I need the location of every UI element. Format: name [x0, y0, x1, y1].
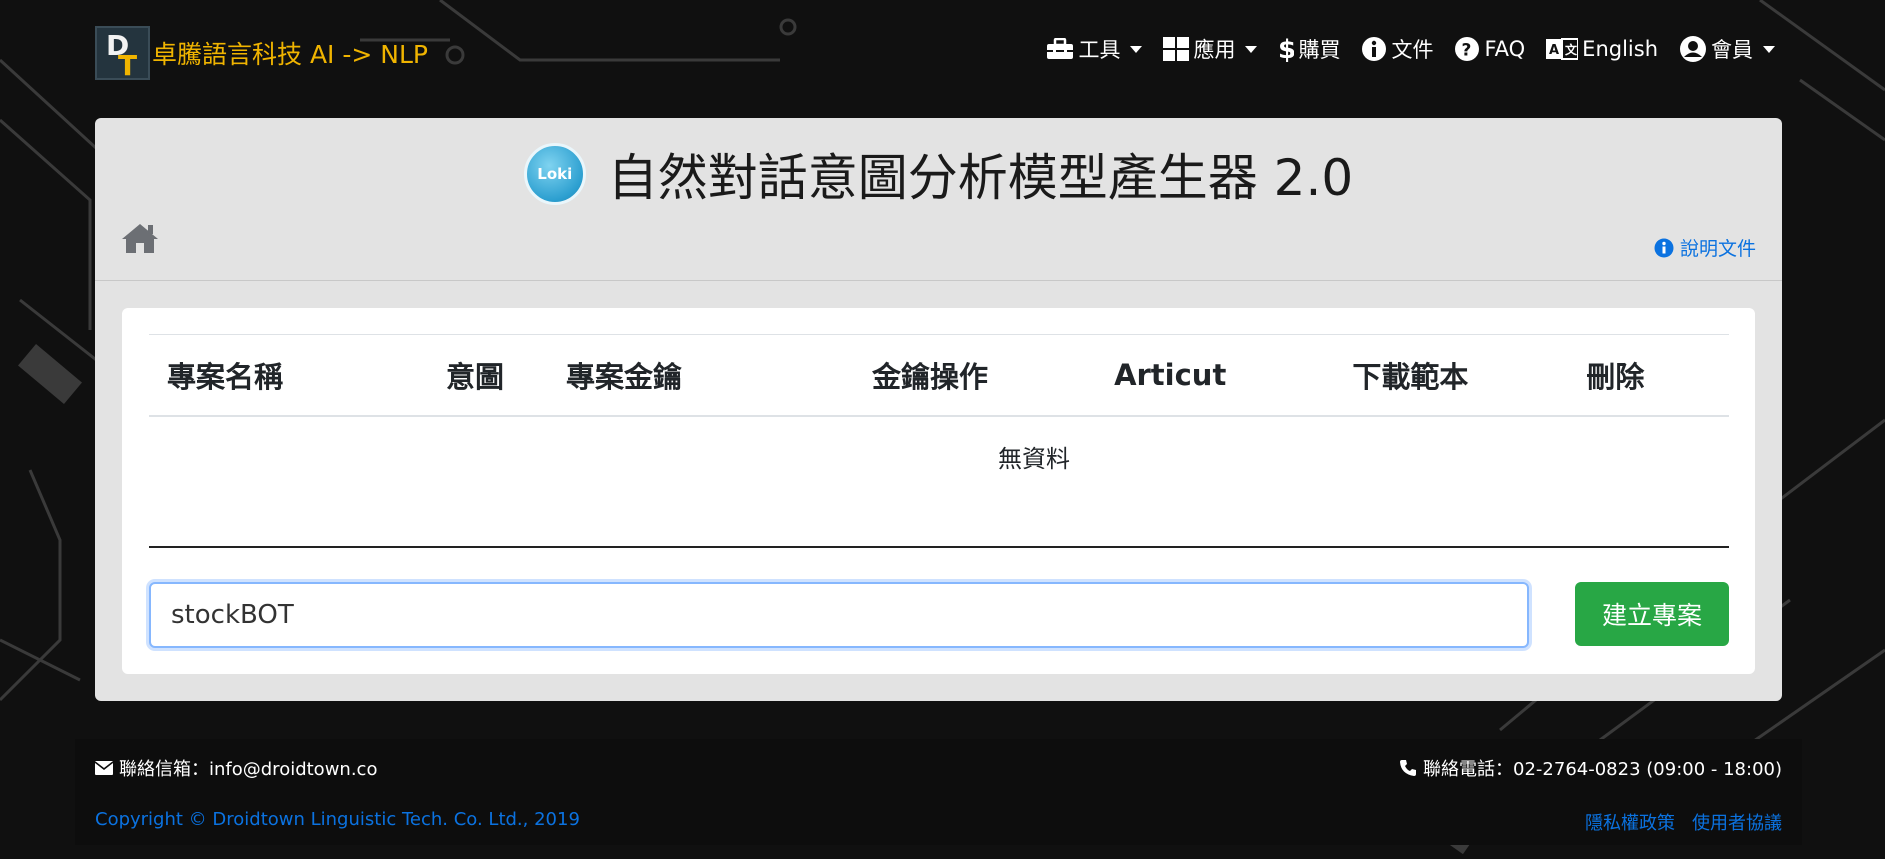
nav-purchase-label: 購買 [1298, 38, 1341, 62]
footer-phone-text: 聯絡電話：02-2764-0823 (09:00 - 18:00) [1423, 759, 1782, 780]
nav-apps-label: 應用 [1193, 38, 1236, 62]
nav-faq-label: FAQ [1484, 37, 1526, 61]
svg-text:?: ? [1462, 41, 1472, 61]
home-icon [122, 224, 158, 253]
project-panel: 專案名稱 意圖 專案金鑰 金鑰操作 Articut 下載範本 刪除 無資料 st… [122, 308, 1755, 674]
question-icon: ? [1455, 37, 1480, 61]
info-icon [1654, 238, 1674, 257]
language-icon: A文 [1546, 38, 1579, 60]
privacy-policy-link[interactable]: 隱私權政策 [1585, 809, 1675, 835]
nav-tools[interactable]: 工具 [1046, 34, 1143, 64]
navbar: D T 卓騰語言科技 AI -> NLP 工具 應用 $ 購買 文件 ? FAQ [0, 0, 1885, 106]
col-key-operation: 金鑰操作 [872, 360, 989, 394]
col-project-name: 專案名稱 [167, 360, 284, 394]
chevron-down-icon [1130, 45, 1143, 53]
nav-docs[interactable]: 文件 [1361, 34, 1433, 64]
loki-logo-text: Loki [537, 165, 573, 183]
nav-tools-label: 工具 [1078, 38, 1121, 62]
svg-text:文: 文 [1565, 42, 1578, 57]
help-docs-label: 說明文件 [1679, 238, 1756, 260]
title-row: Loki 自然對話意圖分析模型產生器 2.0 [95, 138, 1782, 210]
chevron-down-icon [1763, 45, 1775, 53]
create-project-button[interactable]: 建立專案 [1575, 582, 1729, 646]
logo-letter-t: T [118, 49, 138, 82]
svg-text:A: A [1549, 43, 1559, 58]
droidtown-logo: D T [95, 26, 150, 82]
footer-email: 聯絡信箱：info@droidtown.co [95, 755, 377, 781]
nav-language[interactable]: A文 English [1546, 37, 1658, 61]
card-header: Loki 自然對話意圖分析模型產生器 2.0 說明文件 [95, 118, 1782, 281]
user-icon [1680, 36, 1706, 62]
brand-name: 卓騰語言科技 AI -> NLP [152, 40, 428, 69]
nav-apps[interactable]: 應用 [1163, 34, 1258, 64]
grid-icon [1163, 37, 1190, 61]
nav-purchase[interactable]: $ 購買 [1278, 34, 1340, 64]
nav-docs-label: 文件 [1391, 38, 1434, 62]
col-project-key: 專案金鑰 [566, 360, 683, 394]
help-docs-link[interactable]: 說明文件 [1654, 234, 1756, 261]
toolbox-icon [1047, 38, 1074, 59]
nav-member-label: 會員 [1711, 38, 1753, 62]
table-header-row: 專案名稱 意圖 專案金鑰 金鑰操作 Articut 下載範本 刪除 [149, 335, 1729, 417]
footer-email-text: 聯絡信箱：info@droidtown.co [119, 759, 378, 780]
empty-text: 無資料 [998, 445, 1070, 473]
svg-text:$: $ [1278, 35, 1294, 63]
project-table: 專案名稱 意圖 專案金鑰 金鑰操作 Articut 下載範本 刪除 無資料 [149, 334, 1729, 548]
brand-link[interactable]: D T 卓騰語言科技 AI -> NLP [95, 26, 428, 82]
col-articut: Articut [1114, 358, 1227, 392]
chevron-down-icon [1245, 45, 1258, 53]
footer: 聯絡信箱：info@droidtown.co 聯絡電話：02-2764-0823… [75, 739, 1802, 845]
envelope-icon [95, 761, 113, 775]
nav-language-label: English [1582, 37, 1658, 61]
empty-row: 無資料 [149, 417, 1729, 548]
footer-copyright: Copyright © Droidtown Linguistic Tech. C… [95, 809, 580, 830]
loki-logo: Loki [523, 143, 586, 205]
project-name-input[interactable]: stockBOT [149, 582, 1529, 648]
main-card: Loki 自然對話意圖分析模型產生器 2.0 說明文件 專案名稱 意圖 專案金鑰… [95, 118, 1782, 701]
nav-menu: 工具 應用 $ 購買 文件 ? FAQ A文 English 會員 [1025, 34, 1775, 64]
nav-faq[interactable]: ? FAQ [1454, 36, 1525, 62]
footer-links: 隱私權政策 使用者協議 [1568, 809, 1782, 835]
col-intent: 意圖 [446, 360, 505, 394]
footer-phone: 聯絡電話：02-2764-0823 (09:00 - 18:00) [1399, 755, 1782, 781]
col-delete: 刪除 [1586, 360, 1645, 394]
create-project-row: stockBOT 建立專案 [149, 582, 1729, 648]
dollar-icon: $ [1278, 35, 1294, 63]
home-button[interactable] [121, 222, 159, 258]
phone-icon [1400, 760, 1417, 776]
col-download-template: 下載範本 [1352, 360, 1469, 394]
info-icon [1362, 37, 1387, 61]
page-title: 自然對話意圖分析模型產生器 2.0 [607, 149, 1354, 207]
user-agreement-link[interactable]: 使用者協議 [1692, 809, 1782, 835]
nav-member[interactable]: 會員 [1679, 34, 1775, 64]
